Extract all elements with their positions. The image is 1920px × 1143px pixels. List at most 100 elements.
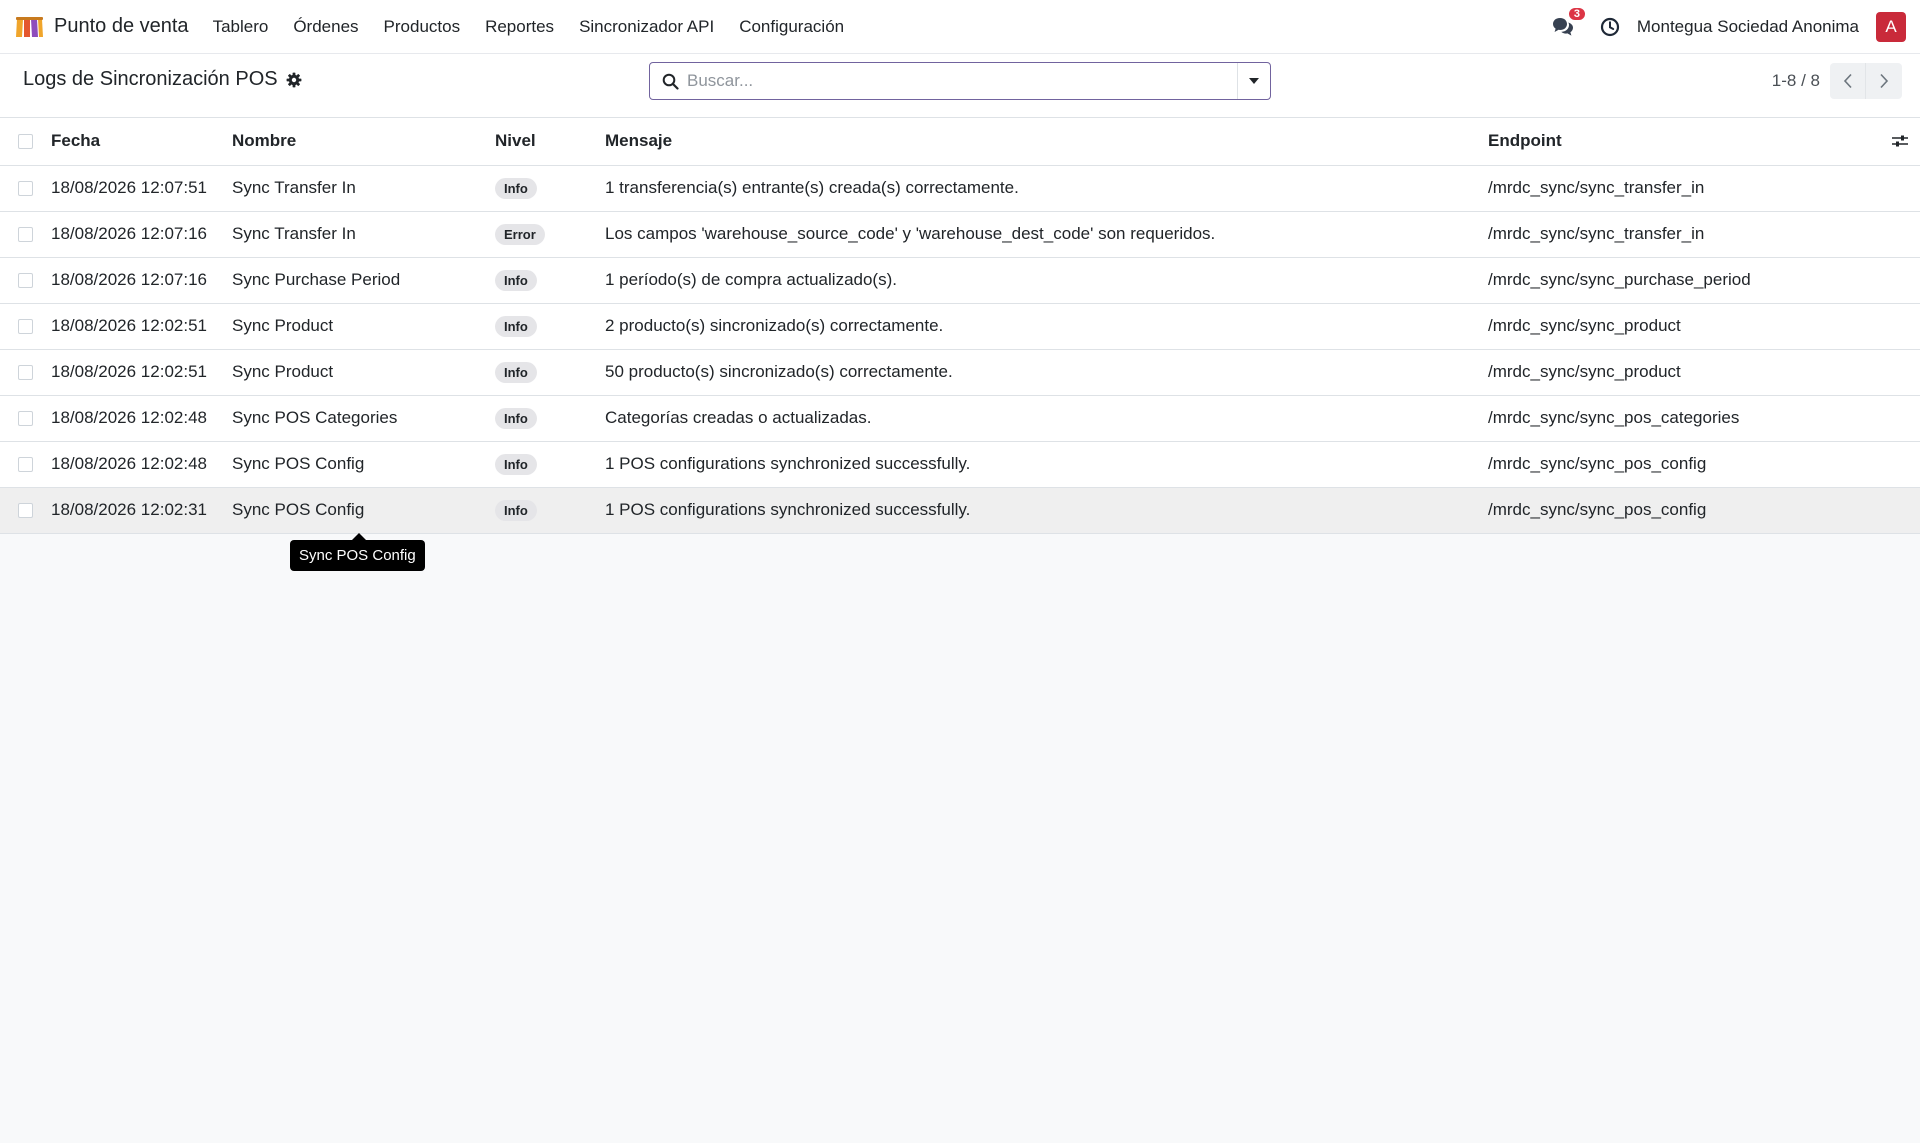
row-checkbox[interactable] (18, 226, 33, 242)
cell-mensaje: 1 POS configurations synchronized succes… (605, 441, 1488, 488)
search-bar (649, 62, 1271, 100)
tooltip-text: Sync POS Config (299, 547, 416, 564)
cell-nombre: Sync Transfer In (232, 165, 495, 212)
level-badge: Error (495, 223, 545, 245)
row-checkbox[interactable] (18, 364, 33, 380)
row-checkbox[interactable] (18, 456, 33, 472)
pager-previous-button[interactable] (1830, 63, 1866, 99)
table-row[interactable]: 18/08/2026 12:07:16 Sync Transfer In Err… (0, 211, 1920, 258)
cell-nombre: Sync Product (232, 349, 495, 396)
activity-button[interactable] (1600, 17, 1620, 37)
cell-fecha: 18/08/2026 12:07:51 (51, 165, 232, 212)
search-options-toggle[interactable] (1237, 63, 1270, 99)
cell-mensaje: 50 producto(s) sincronizado(s) correctam… (605, 349, 1488, 396)
cell-fecha: 18/08/2026 12:02:31 (51, 487, 232, 534)
search-input[interactable] (687, 63, 1237, 99)
cell-endpoint: /mrdc_sync/sync_pos_config (1488, 441, 1876, 488)
row-checkbox[interactable] (18, 410, 33, 426)
caret-down-icon (1249, 78, 1259, 84)
cell-empty (1876, 211, 1920, 258)
table-row[interactable]: 18/08/2026 12:02:31 Sync POS Config Info… (0, 487, 1920, 534)
menu-item-reportes[interactable]: Reportes (485, 17, 554, 37)
user-avatar[interactable]: A (1876, 11, 1906, 42)
chevron-right-icon (1880, 73, 1889, 89)
table-row[interactable]: 18/08/2026 12:02:48 Sync POS Config Info… (0, 441, 1920, 488)
control-panel: Logs de Sincronización POS Buscar... 1-8… (0, 54, 1920, 118)
menu-item-productos[interactable]: Productos (384, 17, 461, 37)
menu-item-sincronizador-api[interactable]: Sincronizador API (579, 17, 714, 37)
cell-fecha: 18/08/2026 12:02:48 (51, 441, 232, 488)
level-badge: Info (495, 269, 537, 291)
optional-columns-toggle[interactable] (1876, 134, 1920, 148)
cell-endpoint: /mrdc_sync/sync_transfer_in (1488, 211, 1876, 258)
row-checkbox[interactable] (18, 180, 33, 196)
sliders-icon (1892, 135, 1908, 147)
cell-nivel: Info (495, 487, 605, 534)
search-icon (662, 73, 679, 90)
column-header-nivel[interactable]: Nivel (495, 118, 605, 166)
breadcrumb: Logs de Sincronización POS (23, 68, 302, 91)
app-brand[interactable]: Punto de venta (14, 15, 213, 39)
pager-value[interactable]: 1-8 / 8 (1772, 71, 1820, 91)
pager: 1-8 / 8 (1772, 63, 1902, 99)
cell-empty (1876, 349, 1920, 396)
row-select-cell (0, 487, 51, 534)
gear-icon[interactable] (286, 72, 302, 88)
cell-empty (1876, 165, 1920, 212)
cell-nivel: Info (495, 303, 605, 350)
row-checkbox[interactable] (18, 502, 33, 518)
cell-nivel: Info (495, 395, 605, 442)
table-row[interactable]: 18/08/2026 12:02:51 Sync Product Info 2 … (0, 303, 1920, 350)
row-checkbox[interactable] (18, 272, 33, 288)
table-row[interactable]: 18/08/2026 12:07:51 Sync Transfer In Inf… (0, 165, 1920, 212)
cell-endpoint: /mrdc_sync/sync_pos_config (1488, 487, 1876, 534)
cell-mensaje: Los campos 'warehouse_source_code' y 'wa… (605, 211, 1488, 258)
chevron-left-icon (1843, 73, 1852, 89)
cell-fecha: 18/08/2026 12:02:48 (51, 395, 232, 442)
row-select-cell (0, 349, 51, 396)
column-header-fecha[interactable]: Fecha (51, 118, 232, 166)
cell-fecha: 18/08/2026 12:07:16 (51, 257, 232, 304)
table-row[interactable]: 18/08/2026 12:02:48 Sync POS Categories … (0, 395, 1920, 442)
cell-empty (1876, 441, 1920, 488)
cell-nombre: Sync POS Categories (232, 395, 495, 442)
cell-mensaje: Categorías creadas o actualizadas. (605, 395, 1488, 442)
tooltip-arrow (352, 533, 366, 540)
app-name: Punto de venta (54, 15, 189, 37)
cell-mensaje: 1 POS configurations synchronized succes… (605, 487, 1488, 534)
level-badge: Info (495, 177, 537, 199)
company-switcher[interactable]: Montegua Sociedad Anonima (1637, 17, 1859, 37)
row-select-cell (0, 303, 51, 350)
cell-fecha: 18/08/2026 12:02:51 (51, 303, 232, 350)
column-header-mensaje[interactable]: Mensaje (605, 118, 1488, 166)
menu-item-configuracion[interactable]: Configuración (739, 17, 844, 37)
clock-icon (1600, 17, 1619, 36)
messaging-button[interactable]: 3 (1552, 5, 1588, 37)
cell-empty (1876, 303, 1920, 350)
cell-nivel: Info (495, 441, 605, 488)
logs-list-table: Fecha Nombre Nivel Mensaje Endpoint 18/0… (0, 118, 1920, 534)
message-count-badge: 3 (1566, 5, 1588, 22)
column-header-endpoint[interactable]: Endpoint (1488, 118, 1876, 166)
menu-item-ordenes[interactable]: Órdenes (293, 17, 358, 37)
row-checkbox[interactable] (18, 318, 33, 334)
cell-nombre: Sync POS Config (232, 441, 495, 488)
menu-item-tablero[interactable]: Tablero (213, 17, 269, 37)
main-menu: Tablero Órdenes Productos Reportes Sincr… (213, 17, 870, 37)
pager-next-button[interactable] (1866, 63, 1902, 99)
cell-nombre: Sync Transfer In (232, 211, 495, 258)
cell-mensaje: 1 transferencia(s) entrante(s) creada(s)… (605, 165, 1488, 212)
level-badge: Info (495, 407, 537, 429)
select-all-checkbox[interactable] (18, 133, 33, 149)
row-select-cell (0, 441, 51, 488)
level-badge: Info (495, 499, 537, 521)
cell-endpoint: /mrdc_sync/sync_product (1488, 303, 1876, 350)
row-select-cell (0, 165, 51, 212)
table-row[interactable]: 18/08/2026 12:02:51 Sync Product Info 50… (0, 349, 1920, 396)
column-header-nombre[interactable]: Nombre (232, 118, 495, 166)
cell-nombre: Sync POS Config (232, 487, 495, 534)
table-row[interactable]: 18/08/2026 12:07:16 Sync Purchase Period… (0, 257, 1920, 304)
name-tooltip: Sync POS Config (290, 533, 425, 571)
cell-fecha: 18/08/2026 12:02:51 (51, 349, 232, 396)
select-all-cell (0, 118, 51, 166)
